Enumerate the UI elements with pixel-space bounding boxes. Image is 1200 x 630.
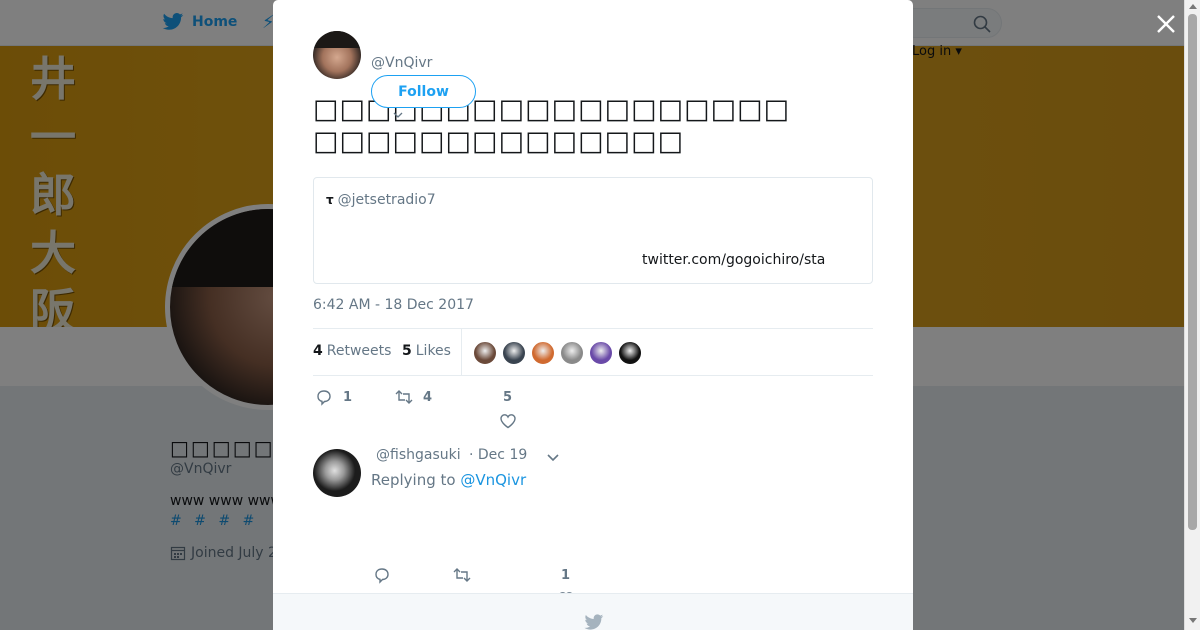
reply-icon xyxy=(375,568,389,584)
liker-avatar[interactable] xyxy=(502,341,526,365)
scroll-down-arrow[interactable] xyxy=(1189,618,1197,623)
liker-avatar[interactable] xyxy=(531,341,555,365)
liker-avatar[interactable] xyxy=(618,341,642,365)
retweet-count: 4 xyxy=(423,389,433,405)
follow-button[interactable]: Follow xyxy=(371,75,476,108)
likes-label: Likes xyxy=(415,343,451,359)
quoted-tweet-card[interactable]: τ @jetsetradio7 twitter.com/gogoichiro/s… xyxy=(313,177,873,284)
reply-count: 1 xyxy=(343,389,353,405)
reply-icon xyxy=(317,390,331,406)
quoted-tweet-link[interactable]: twitter.com/gogoichiro/sta xyxy=(642,252,825,268)
quoted-tweet-handle: @jetsetradio7 xyxy=(337,192,436,208)
reply-date[interactable]: · Dec 19 xyxy=(469,447,527,463)
scroll-up-arrow[interactable] xyxy=(1189,4,1197,9)
chevron-down-icon[interactable] xyxy=(545,450,561,464)
liker-avatar[interactable] xyxy=(473,341,497,365)
tweet-timestamp[interactable]: 6:42 AM - 18 Dec 2017 xyxy=(313,297,474,313)
like-count: 5 xyxy=(503,390,513,405)
scrollbar[interactable] xyxy=(1184,0,1200,630)
retweets-count: 4 xyxy=(313,343,323,359)
retweets-label: Retweets xyxy=(326,343,392,359)
close-icon[interactable] xyxy=(1154,12,1178,36)
author-avatar[interactable] xyxy=(313,31,361,79)
likes-count: 5 xyxy=(402,343,412,359)
likes-stat[interactable]: 5 Likes xyxy=(402,343,451,359)
replying-prefix: Replying to xyxy=(371,471,456,489)
twitter-bird-icon xyxy=(584,614,604,630)
stats-divider xyxy=(461,329,462,375)
verified-icon: τ xyxy=(326,193,334,207)
reply-like-count: 1 xyxy=(561,568,571,583)
scroll-thumb[interactable] xyxy=(1188,14,1197,530)
replying-to-link[interactable]: @VnQivr xyxy=(460,471,526,489)
liker-avatar[interactable] xyxy=(589,341,613,365)
modal-footer xyxy=(273,593,913,630)
tweet-modal: @VnQivr □□□□□□□□□□□□□□□□□□ □□□□□□□□□□□□□… xyxy=(273,0,913,630)
reply-retweet-action[interactable] xyxy=(453,566,481,584)
retweets-stat[interactable]: 4 Retweets xyxy=(313,343,391,359)
reply-reply-action[interactable] xyxy=(373,566,401,584)
quoted-tweet-user: τ @jetsetradio7 xyxy=(326,192,436,208)
liker-avatar[interactable] xyxy=(560,341,584,365)
heart-icon[interactable] xyxy=(499,412,517,430)
replying-to: Replying to @VnQivr xyxy=(371,471,526,489)
reply-author-handle[interactable]: @fishgasuki xyxy=(376,447,461,463)
tweet-text-line-2: □□□□□□□□□□□□□□ xyxy=(313,126,685,157)
retweet-icon xyxy=(453,568,471,582)
author-handle[interactable]: @VnQivr xyxy=(371,55,432,71)
tweet-stats: 4 Retweets 5 Likes xyxy=(313,328,873,376)
reply-author-avatar[interactable] xyxy=(313,449,361,497)
reply-action[interactable]: 1 xyxy=(315,388,352,406)
chevron-down-icon[interactable] xyxy=(393,110,403,120)
retweet-action[interactable]: 4 xyxy=(395,388,432,406)
retweet-icon xyxy=(395,390,413,404)
